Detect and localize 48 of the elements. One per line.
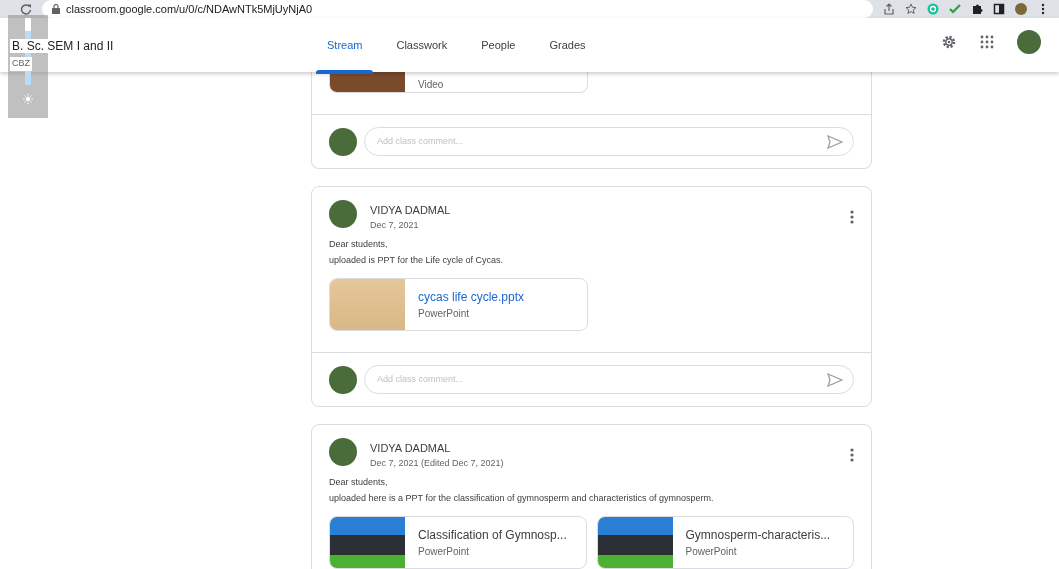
author-avatar xyxy=(329,438,357,466)
attachment-card[interactable]: Classification of Gymnosp... PowerPoint xyxy=(329,516,587,569)
apps-grid-icon[interactable] xyxy=(979,34,995,50)
attachment-title: Classification of Gymnosp... xyxy=(418,527,567,544)
send-icon[interactable] xyxy=(827,134,843,149)
more-options-icon[interactable] xyxy=(850,210,854,224)
attachment-link[interactable]: cycas life cycle.pptx xyxy=(418,288,525,306)
post-text: uploaded is PPT for the Life cycle of Cycas. xyxy=(329,254,504,267)
attachment-type: Video xyxy=(418,78,444,92)
tab[interactable]: Grades xyxy=(532,18,603,72)
post-date: Dec 7, 2021 xyxy=(370,218,420,232)
author-avatar xyxy=(329,200,357,228)
tab[interactable]: Stream xyxy=(310,18,380,72)
attachment-title: Gymnosperm-characteris... xyxy=(685,527,831,544)
class-section: CBZ xyxy=(10,57,32,71)
attachment-type: PowerPoint xyxy=(418,307,471,321)
more-options-icon[interactable] xyxy=(850,448,854,462)
tab[interactable]: People xyxy=(464,18,533,72)
attachment-card[interactable]: Video xyxy=(329,72,588,93)
author-name: VIDYA DADMAL xyxy=(370,203,452,218)
profile-avatar[interactable] xyxy=(1017,30,1041,54)
check-icon[interactable] xyxy=(949,3,961,15)
attachment-type: PowerPoint xyxy=(418,545,471,559)
class-title: B. Sc. SEM I and II xyxy=(10,39,116,54)
comment-input[interactable]: Add class comment... xyxy=(375,371,827,388)
comment-input[interactable]: Add class comment... xyxy=(375,133,827,150)
avatar-icon[interactable] xyxy=(1015,3,1027,15)
sun-icon xyxy=(22,93,34,105)
share-icon[interactable] xyxy=(883,3,895,15)
lock-icon xyxy=(52,4,60,14)
post-text: Dear students, xyxy=(329,238,389,251)
attachment-type: PowerPoint xyxy=(685,545,738,559)
reload-icon[interactable] xyxy=(20,3,32,15)
commenter-avatar xyxy=(329,127,357,156)
attachment-card[interactable]: Gymnosperm-characteris... PowerPoint xyxy=(596,516,854,569)
star-icon[interactable] xyxy=(905,3,917,15)
author-name: VIDYA DADMAL xyxy=(370,441,452,456)
settings-icon[interactable] xyxy=(941,34,957,50)
post-text: Dear students, xyxy=(329,476,389,489)
tab[interactable]: Classwork xyxy=(379,18,465,72)
post-text: uploaded here is a PPT for the classification of gymnosperm and characteristics of gymnosperm. xyxy=(329,492,715,505)
url-text: classroom.google.com/u/0/c/NDAwNTk5MjUyNjA0 xyxy=(66,1,313,17)
post-date: Dec 7, 2021 (Edited Dec 7, 2021) xyxy=(370,456,505,470)
send-icon[interactable] xyxy=(827,372,843,387)
sidebar-icon[interactable] xyxy=(993,3,1005,15)
attachment-card[interactable]: cycas life cycle.pptx PowerPoint xyxy=(329,278,588,331)
puzzle-icon[interactable] xyxy=(971,3,983,15)
commenter-avatar xyxy=(329,365,357,394)
